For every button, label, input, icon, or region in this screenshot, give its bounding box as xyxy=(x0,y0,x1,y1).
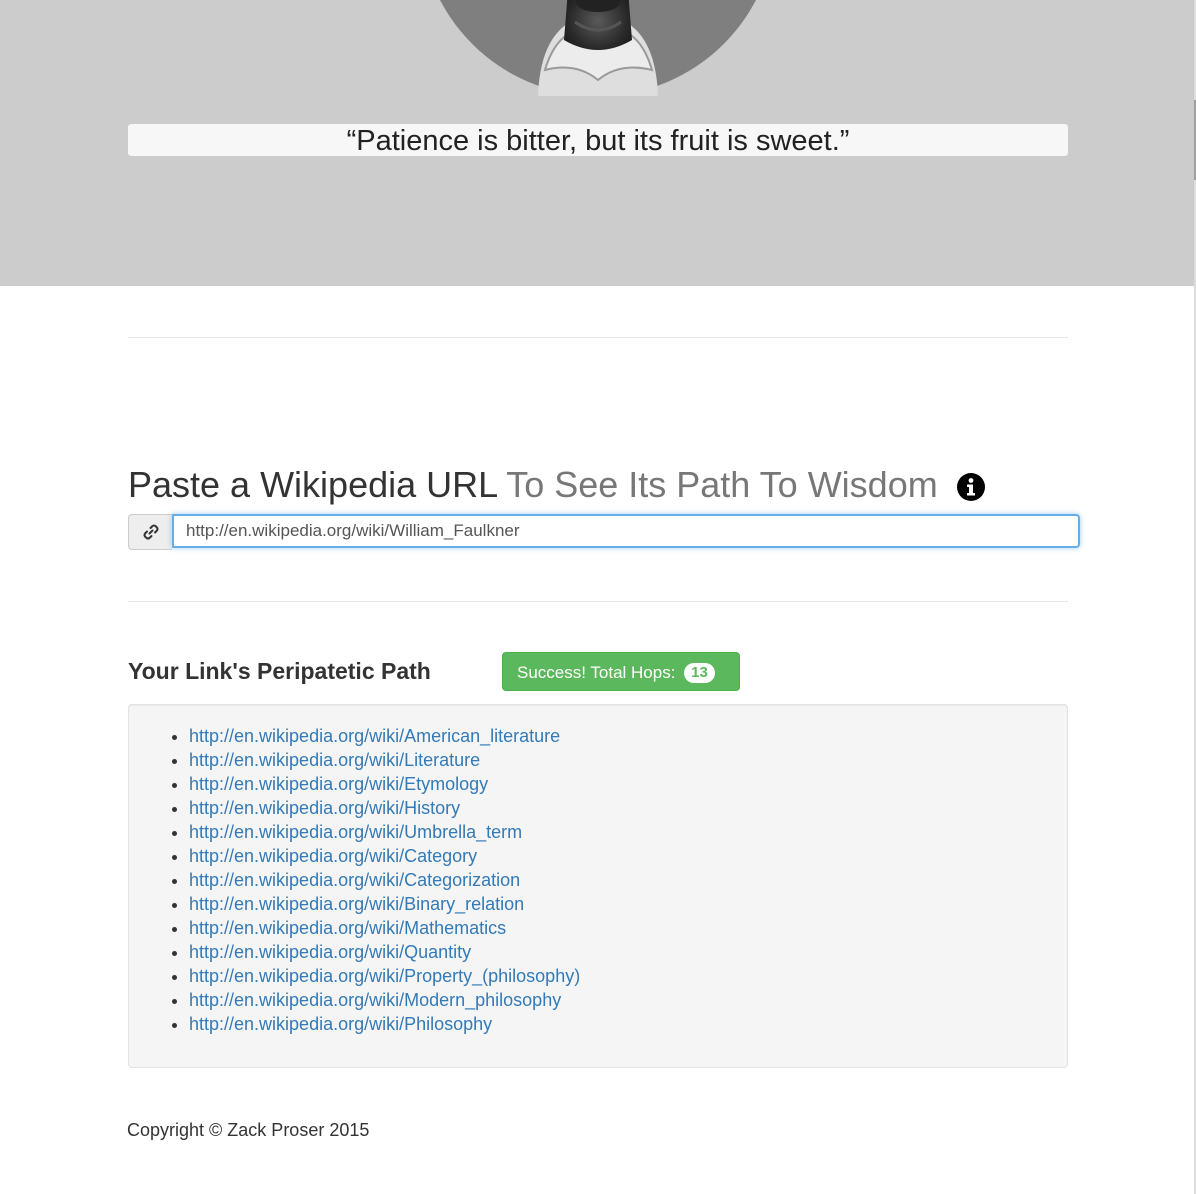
title-subtitle: To See Its Path To Wisdom xyxy=(506,464,938,505)
link-icon xyxy=(128,514,172,550)
path-link[interactable]: http://en.wikipedia.org/wiki/Property_(p… xyxy=(189,966,580,986)
path-link[interactable]: http://en.wikipedia.org/wiki/Quantity xyxy=(189,942,471,962)
list-item: http://en.wikipedia.org/wiki/Literature xyxy=(189,748,580,772)
portrait-image xyxy=(420,0,776,96)
path-link[interactable]: http://en.wikipedia.org/wiki/Categorizat… xyxy=(189,870,520,890)
path-link[interactable]: http://en.wikipedia.org/wiki/History xyxy=(189,798,460,818)
divider xyxy=(128,337,1068,338)
list-item: http://en.wikipedia.org/wiki/Umbrella_te… xyxy=(189,820,580,844)
list-item: http://en.wikipedia.org/wiki/Philosophy xyxy=(189,1012,580,1036)
list-item: http://en.wikipedia.org/wiki/Category xyxy=(189,844,580,868)
path-link[interactable]: http://en.wikipedia.org/wiki/Umbrella_te… xyxy=(189,822,522,842)
path-link[interactable]: http://en.wikipedia.org/wiki/Philosophy xyxy=(189,1014,492,1034)
path-link[interactable]: http://en.wikipedia.org/wiki/Literature xyxy=(189,750,480,770)
list-item: http://en.wikipedia.org/wiki/American_li… xyxy=(189,724,580,748)
results-heading: Your Link's Peripatetic Path xyxy=(128,658,431,684)
path-link[interactable]: http://en.wikipedia.org/wiki/Category xyxy=(189,846,477,866)
path-link[interactable]: http://en.wikipedia.org/wiki/Binary_rela… xyxy=(189,894,524,914)
quote-banner: “Patience is bitter, but its fruit is sw… xyxy=(128,124,1068,157)
wikipedia-url-input[interactable] xyxy=(172,514,1080,548)
url-input-group xyxy=(128,514,1080,550)
list-item: http://en.wikipedia.org/wiki/Binary_rela… xyxy=(189,892,580,916)
list-item: http://en.wikipedia.org/wiki/Modern_phil… xyxy=(189,988,580,1012)
path-link-list: http://en.wikipedia.org/wiki/American_li… xyxy=(189,724,580,1036)
path-results-panel: http://en.wikipedia.org/wiki/American_li… xyxy=(128,704,1068,1068)
info-circle-icon[interactable] xyxy=(956,468,986,502)
hops-count-badge: 13 xyxy=(684,663,715,683)
title-main: Paste a Wikipedia URL xyxy=(128,464,497,505)
success-status-badge: Success! Total Hops: 13 xyxy=(502,652,740,691)
path-link[interactable]: http://en.wikipedia.org/wiki/Mathematics xyxy=(189,918,506,938)
divider xyxy=(128,601,1068,602)
list-item: http://en.wikipedia.org/wiki/Property_(p… xyxy=(189,964,580,988)
hero-banner: “Patience is bitter, but its fruit is sw… xyxy=(0,0,1194,286)
list-item: http://en.wikipedia.org/wiki/Categorizat… xyxy=(189,868,580,892)
list-item: http://en.wikipedia.org/wiki/Etymology xyxy=(189,772,580,796)
success-label: Success! Total Hops: xyxy=(517,663,676,682)
list-item: http://en.wikipedia.org/wiki/Quantity xyxy=(189,940,580,964)
list-item: http://en.wikipedia.org/wiki/History xyxy=(189,796,580,820)
path-link[interactable]: http://en.wikipedia.org/wiki/Etymology xyxy=(189,774,488,794)
page-title: Paste a Wikipedia URL To See Its Path To… xyxy=(128,463,986,507)
list-item: http://en.wikipedia.org/wiki/Mathematics xyxy=(189,916,580,940)
path-link[interactable]: http://en.wikipedia.org/wiki/American_li… xyxy=(189,726,560,746)
path-link[interactable]: http://en.wikipedia.org/wiki/Modern_phil… xyxy=(189,990,561,1010)
footer-copyright: Copyright © Zack Proser 2015 xyxy=(127,1120,370,1140)
